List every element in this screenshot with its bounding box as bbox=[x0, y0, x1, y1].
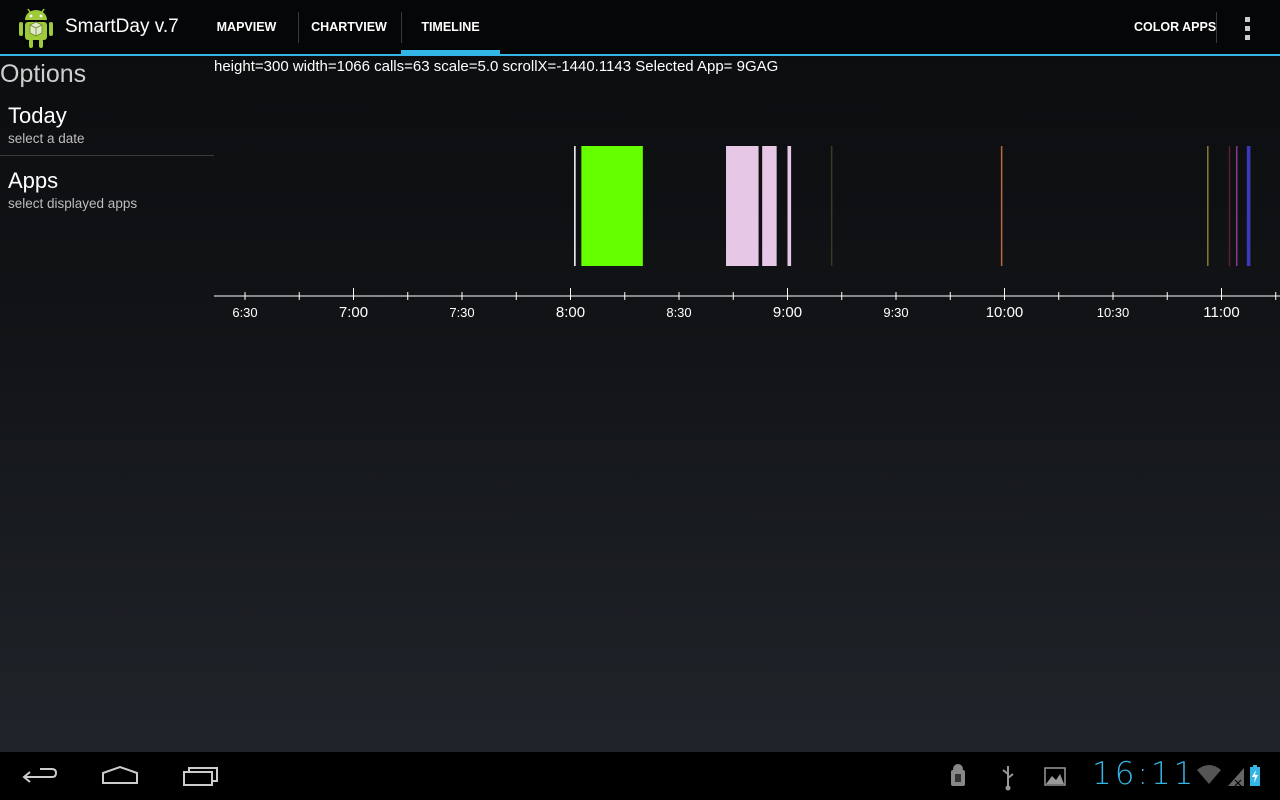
axis-tick-label: 6:30 bbox=[232, 305, 257, 320]
axis-tick-label: 11:00 bbox=[1203, 304, 1239, 321]
timeline-event-bar[interactable] bbox=[1235, 146, 1238, 266]
timeline-event-bar[interactable] bbox=[726, 146, 759, 266]
axis-tick-label: 10:00 bbox=[986, 304, 1024, 321]
timeline-event-bar[interactable] bbox=[1228, 146, 1231, 266]
android-debug-icon bbox=[951, 764, 965, 786]
image-icon bbox=[1044, 767, 1066, 786]
timeline-event-bar[interactable] bbox=[787, 146, 792, 266]
back-icon[interactable] bbox=[20, 752, 60, 800]
navigation-bar bbox=[0, 752, 1280, 800]
timeline-event-bar[interactable] bbox=[1246, 146, 1251, 266]
axis-tick-label: 8:30 bbox=[666, 305, 691, 320]
recent-apps-icon[interactable] bbox=[180, 752, 222, 800]
timeline-event-bar[interactable] bbox=[574, 146, 576, 266]
axis-tick-label: 7:00 bbox=[339, 304, 368, 321]
axis-tick-label: 7:30 bbox=[449, 305, 474, 320]
timeline-event-bar[interactable] bbox=[581, 146, 643, 266]
timeline-event-bar[interactable] bbox=[762, 146, 777, 266]
timeline-event-bar[interactable] bbox=[830, 146, 833, 266]
battery-icon bbox=[1250, 765, 1260, 786]
axis-tick-label: 9:00 bbox=[773, 304, 802, 321]
wifi-icon bbox=[1197, 765, 1221, 784]
axis-tick-label: 9:30 bbox=[883, 305, 908, 320]
timeline-event-bar[interactable] bbox=[1000, 146, 1003, 266]
status-clock: 16:11 bbox=[1092, 756, 1197, 792]
home-icon[interactable] bbox=[100, 752, 140, 800]
timeline-chart[interactable]: 6:30 7:00 7:30 8:00 8:30 9:00 9:30 10:00 10:30 11… bbox=[0, 0, 1280, 330]
timeline-event-bar[interactable] bbox=[1207, 146, 1209, 266]
axis-tick-label: 8:00 bbox=[556, 304, 585, 321]
usb-icon bbox=[1002, 766, 1014, 791]
signal-icon bbox=[1228, 768, 1244, 787]
axis-tick-label: 10:30 bbox=[1097, 305, 1130, 320]
